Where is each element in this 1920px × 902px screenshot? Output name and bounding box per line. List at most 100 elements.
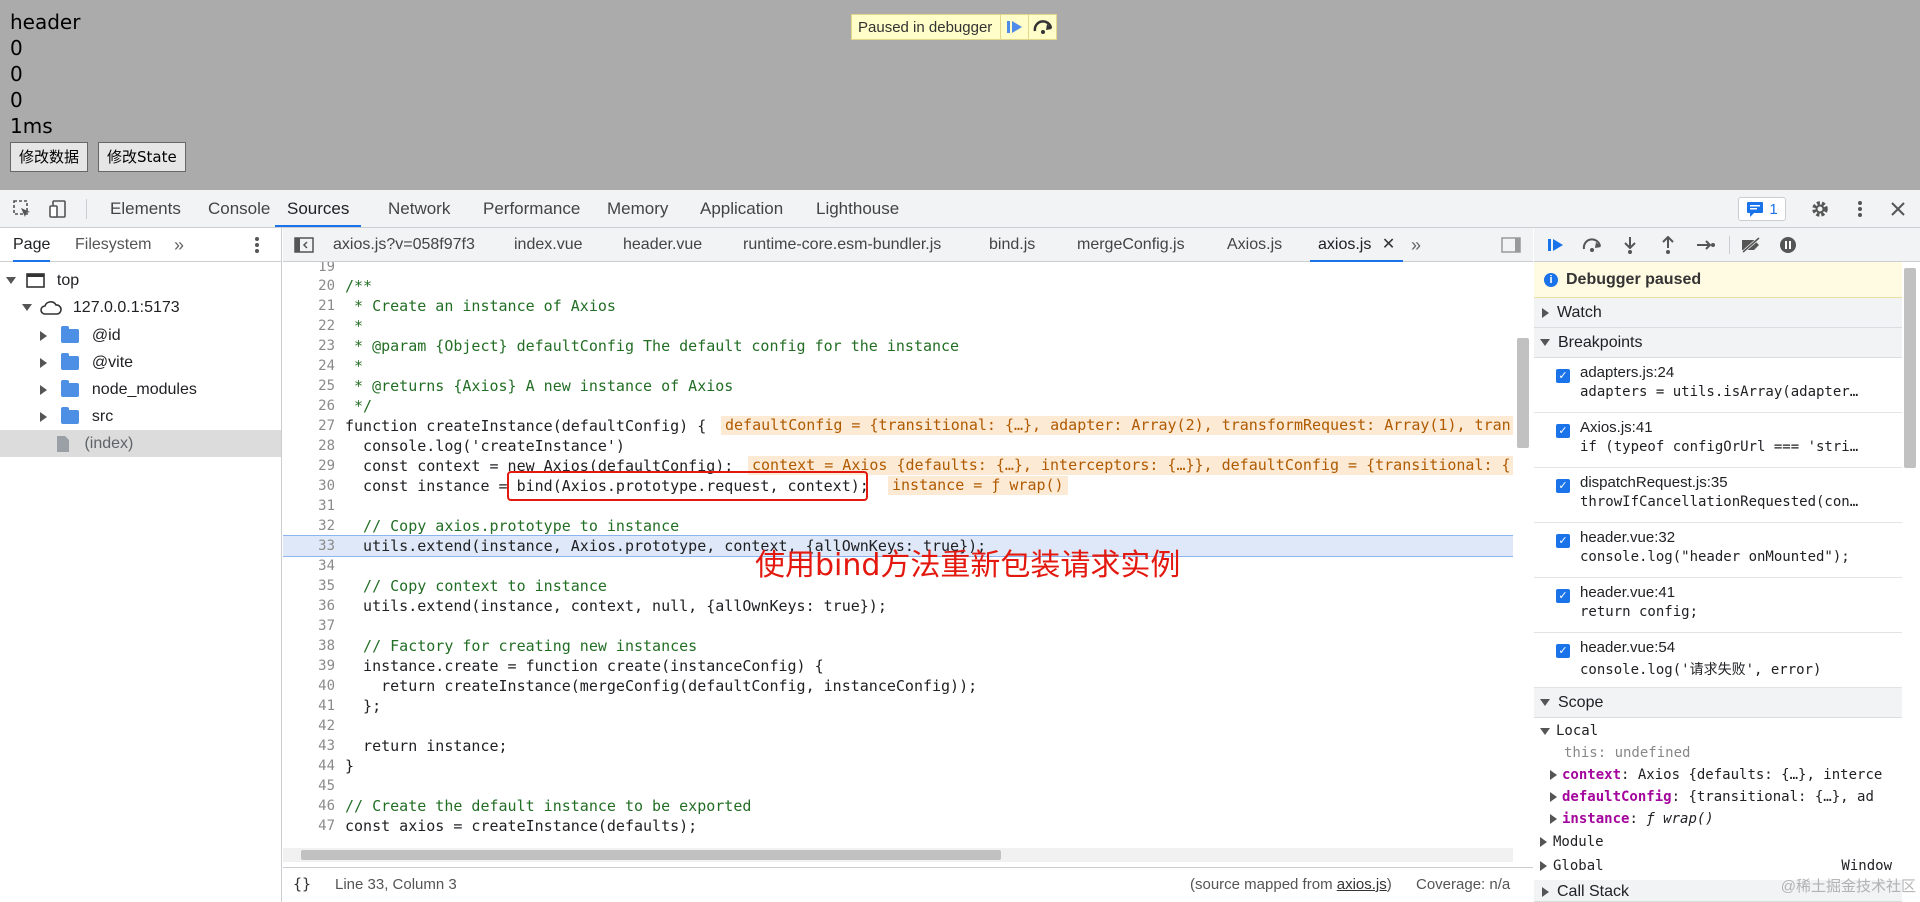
tab-performance[interactable]: Performance — [483, 190, 580, 227]
code-line: 36 utils.extend(instance, context, null,… — [318, 597, 887, 615]
navigator-menu-icon[interactable] — [254, 228, 260, 267]
close-icon[interactable] — [1886, 197, 1910, 221]
code-line: 28 console.log('createInstance') — [318, 437, 625, 455]
code-line: 44} — [318, 757, 355, 775]
scope-var[interactable]: instance: ƒ wrap() — [1550, 808, 1714, 830]
modify-data-button[interactable]: 修改数据 — [10, 142, 89, 172]
message-icon — [1747, 202, 1764, 217]
gear-icon[interactable] — [1808, 197, 1832, 221]
toggle-debugger-icon[interactable] — [1500, 235, 1522, 255]
tab-console[interactable]: Console — [208, 190, 270, 227]
file-tab[interactable]: runtime-core.esm-bundler.js — [743, 228, 941, 262]
horizontal-scrollbar-track[interactable] — [283, 848, 1513, 862]
breakpoint-item[interactable]: ✓ Axios.js:41 if (typeof configOrUrl === '… — [1534, 413, 1902, 468]
close-tab-icon[interactable]: ✕ — [1382, 236, 1395, 253]
tab-application[interactable]: Application — [700, 190, 783, 227]
step-over-icon[interactable] — [1580, 234, 1604, 256]
var-key: instance — [1562, 811, 1630, 827]
tab-memory[interactable]: Memory — [607, 190, 668, 227]
more-tabs-icon[interactable]: » — [174, 228, 184, 262]
bp-location: header.vue:41 — [1580, 584, 1676, 601]
breakpoint-item[interactable]: ✓ header.vue:32 console.log("header onMoun… — [1534, 523, 1902, 578]
tab-network[interactable]: Network — [388, 190, 450, 227]
inspect-element-icon[interactable] — [10, 197, 34, 221]
step-over-icon[interactable] — [1028, 15, 1056, 39]
tree-label: node_modules — [91, 381, 197, 398]
tree-label: 127.0.0.1:5173 — [72, 299, 180, 316]
checkbox-checked-icon[interactable]: ✓ — [1556, 644, 1570, 658]
step-icon[interactable] — [1694, 234, 1718, 256]
tree-item-top[interactable]: top — [6, 267, 79, 294]
code-line: 26 */ — [318, 397, 373, 415]
breakpoint-item[interactable]: ✓ adapters.js:24 adapters = utils.isArray(… — [1534, 358, 1902, 413]
code-line: 24 * — [318, 357, 364, 375]
scope-var[interactable]: context: Axios {defaults: {…}, interce — [1550, 764, 1882, 786]
source-link[interactable]: axios.js — [1337, 876, 1387, 893]
deactivate-breakpoints-icon[interactable] — [1738, 234, 1764, 256]
section-scope[interactable]: Scope — [1534, 688, 1902, 718]
scope-var-this[interactable]: this: undefined — [1564, 742, 1690, 764]
tree-item-index[interactable]: (index) — [0, 430, 281, 457]
collapsed-arrow-icon — [40, 357, 47, 368]
file-tab[interactable]: header.vue — [623, 228, 702, 262]
file-tab[interactable]: axios.js?v=058f97f3 — [333, 228, 475, 262]
checkbox-checked-icon[interactable]: ✓ — [1556, 369, 1570, 383]
code-editor[interactable]: 19 20/** 21 * Create an instance of Axio… — [283, 262, 1513, 867]
tree-item-id[interactable]: @id — [40, 322, 121, 349]
var-key: context — [1562, 767, 1622, 783]
scope-global[interactable]: Global Window — [1540, 855, 1900, 877]
step-into-icon[interactable] — [1618, 234, 1642, 256]
pause-on-exceptions-icon[interactable] — [1776, 234, 1800, 256]
checkbox-checked-icon[interactable]: ✓ — [1556, 534, 1570, 548]
coverage: Coverage: n/a — [1416, 876, 1511, 893]
tree-item-node-modules[interactable]: node_modules — [40, 376, 197, 403]
device-toolbar-icon[interactable] — [46, 197, 70, 221]
resume-icon[interactable] — [1000, 15, 1028, 39]
source-map-info: (source mapped from axios.js) — [1190, 876, 1392, 893]
file-tab[interactable]: bind.js — [989, 228, 1035, 262]
toggle-navigator-icon[interactable] — [293, 235, 315, 255]
scope-var[interactable]: defaultConfig: {transitional: {…}, ad — [1550, 786, 1874, 808]
tab-lighthouse[interactable]: Lighthouse — [816, 190, 899, 227]
tab-sources[interactable]: Sources — [275, 190, 362, 227]
bp-location: dispatchRequest.js:35 — [1580, 474, 1728, 491]
collapsed-arrow-icon — [1542, 886, 1549, 897]
more-vertical-icon[interactable] — [1848, 197, 1872, 221]
scope-module[interactable]: Module — [1540, 831, 1604, 853]
section-breakpoints[interactable]: Breakpoints — [1534, 328, 1902, 358]
checkbox-checked-icon[interactable]: ✓ — [1556, 424, 1570, 438]
modify-state-button[interactable]: 修改State — [98, 142, 186, 172]
file-tabs: axios.js?v=058f97f3 index.vue header.vue… — [283, 228, 1533, 262]
bp-location: header.vue:32 — [1580, 529, 1676, 546]
tree-item-vite[interactable]: @vite — [40, 349, 133, 376]
issues-button[interactable]: 1 — [1738, 197, 1786, 221]
tree-item-host[interactable]: 127.0.0.1:5173 — [22, 294, 180, 321]
horizontal-scrollbar-thumb[interactable] — [301, 850, 1001, 860]
checkbox-checked-icon[interactable]: ✓ — [1556, 479, 1570, 493]
file-tab[interactable]: Axios.js — [1227, 228, 1282, 262]
tab-elements[interactable]: Elements — [110, 190, 181, 227]
scope-local[interactable]: Local — [1540, 720, 1598, 742]
step-out-icon[interactable] — [1656, 234, 1680, 256]
resume-icon[interactable] — [1544, 234, 1568, 256]
editor-scrollbar[interactable] — [1517, 338, 1529, 448]
checkbox-checked-icon[interactable]: ✓ — [1556, 589, 1570, 603]
file-tab-active[interactable]: axios.js ✕ — [1310, 228, 1404, 262]
tree-item-src[interactable]: src — [40, 403, 113, 430]
var-value: undefined — [1614, 745, 1691, 761]
sidebar-scrollbar[interactable] — [1904, 268, 1916, 468]
breakpoint-item[interactable]: ✓ header.vue:54 console.log('请求失败', error) — [1534, 633, 1902, 688]
breakpoint-item[interactable]: ✓ dispatchRequest.js:35 throwIfCancellatio… — [1534, 468, 1902, 523]
code-line: 41 }; — [318, 697, 382, 715]
code-line: 19 — [318, 262, 335, 275]
file-tab[interactable]: mergeConfig.js — [1077, 228, 1185, 262]
file-tab[interactable]: index.vue — [514, 228, 583, 262]
pretty-print-icon[interactable]: {} — [293, 875, 311, 893]
tab-page[interactable]: Page — [13, 228, 51, 262]
code-line: 31 — [318, 498, 335, 514]
section-watch[interactable]: Watch — [1534, 298, 1902, 328]
tab-filesystem[interactable]: Filesystem — [75, 228, 151, 262]
breakpoint-item[interactable]: ✓ header.vue:41 return config; — [1534, 578, 1902, 633]
tree-label: src — [91, 408, 114, 425]
more-files-icon[interactable]: » — [1411, 228, 1421, 262]
